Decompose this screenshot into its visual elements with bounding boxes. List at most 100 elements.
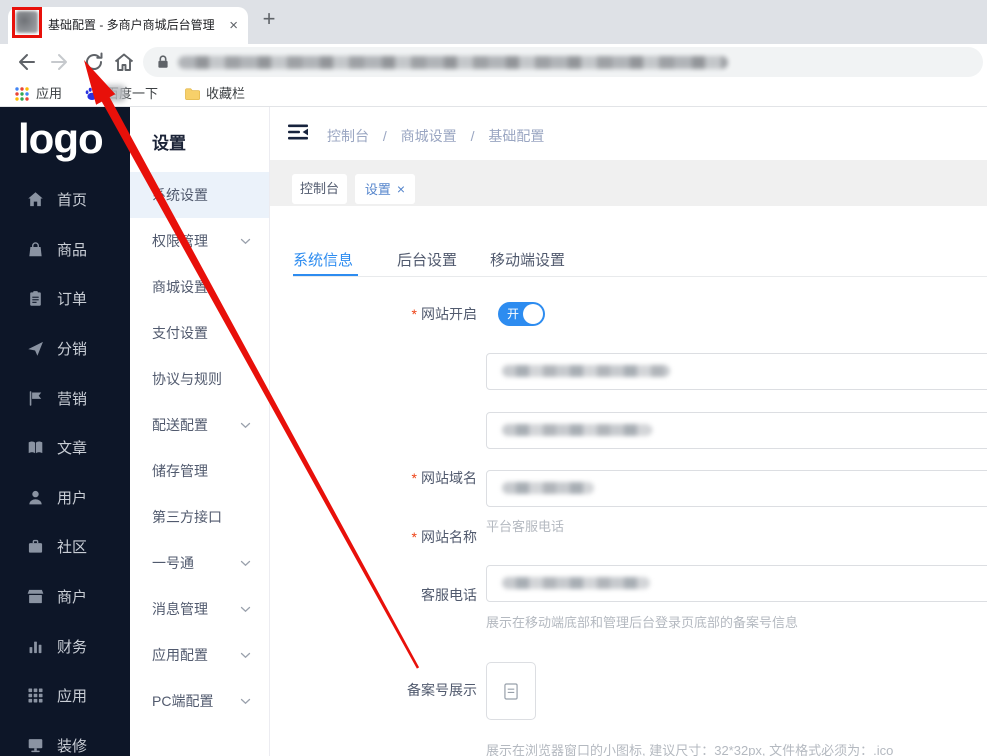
main-content: 控制台 / 商城设置 / 基础配置 控制台 设置 × 系统信息 后台设置 移动端设… xyxy=(270,107,987,756)
bar-chart-icon xyxy=(29,641,42,653)
baidu-paw-icon xyxy=(85,87,99,100)
sidebar-item-home[interactable]: 首页 xyxy=(0,175,130,225)
chevron-down-icon xyxy=(240,422,251,429)
logo[interactable]: logo xyxy=(18,115,104,163)
address-bar[interactable] xyxy=(143,47,983,77)
settings-submenu: 设置 系统设置 权限管理 商城设置 支付设置 协议与规则 配送配置 储存管理 第… xyxy=(130,107,270,756)
breadcrumb-item-mall-settings[interactable]: 商城设置 xyxy=(401,128,457,144)
chevron-down-icon xyxy=(240,652,251,659)
tab-title: 基础配置 - 多商户商城后台管理 xyxy=(48,18,215,32)
submenu-item-permissions[interactable]: 权限管理 xyxy=(130,218,269,264)
tab-close-icon[interactable]: × xyxy=(229,7,238,44)
sidebar-item-goods[interactable]: 商品 xyxy=(0,225,130,275)
ico-icon-hint: 展示在浏览器窗口的小图标, 建议尺寸：32*32px, 文件格式必须为：.ico xyxy=(486,743,894,756)
submenu-item-payment[interactable]: 支付设置 xyxy=(130,310,269,356)
collapse-menu-icon[interactable] xyxy=(288,124,308,140)
person-icon xyxy=(29,490,42,505)
flag-icon xyxy=(29,390,42,406)
apps-grid-icon xyxy=(15,87,29,101)
site-name-label: * 网站名称 xyxy=(411,529,477,545)
sidebar-item-merchants[interactable]: 商户 xyxy=(0,572,130,622)
icp-number-hint: 展示在移动端底部和管理后台登录页底部的备案号信息 xyxy=(486,615,799,630)
page-tab-settings[interactable]: 设置 × xyxy=(355,174,415,204)
breadcrumb-separator: / xyxy=(470,128,475,144)
sidebar-item-articles[interactable]: 文章 xyxy=(0,423,130,473)
submenu-item-mall[interactable]: 商城设置 xyxy=(130,264,269,310)
url-blurred-text xyxy=(178,56,728,69)
sidebar-menu: 首页 商品 订单 分销 营销 文章 用户 社区 商户 财务 应用 装修 xyxy=(0,175,130,756)
site-name-blurred-value xyxy=(502,424,652,436)
tab-system-info[interactable]: 系统信息 xyxy=(293,249,353,270)
submenu-item-delivery[interactable]: 配送配置 xyxy=(130,402,269,448)
submenu-list: 系统设置 权限管理 商城设置 支付设置 协议与规则 配送配置 储存管理 第三方接… xyxy=(130,172,269,724)
sidebar-item-users[interactable]: 用户 xyxy=(0,473,130,523)
site-domain-label: * 网站域名 xyxy=(411,470,477,486)
browser-tab[interactable]: 基础配置 - 多商户商城后台管理 × xyxy=(8,7,248,44)
browser-tab-strip: 基础配置 - 多商户商城后台管理 × + xyxy=(0,0,987,44)
bookmark-favorites[interactable]: 收藏栏 xyxy=(206,81,245,106)
back-icon[interactable] xyxy=(14,50,38,74)
annotation-highlight-box xyxy=(12,7,42,38)
clipboard-icon xyxy=(30,291,41,307)
tab-backend-settings[interactable]: 后台设置 xyxy=(397,249,457,270)
breadcrumb-separator: / xyxy=(382,128,387,144)
chevron-down-icon xyxy=(240,560,251,567)
service-phone-hint: 平台客服电话 xyxy=(486,519,565,534)
breadcrumb: 控制台 / 商城设置 / 基础配置 xyxy=(327,126,544,146)
chevron-down-icon xyxy=(240,698,251,705)
submenu-item-agreements[interactable]: 协议与规则 xyxy=(130,356,269,402)
refresh-icon[interactable] xyxy=(82,50,106,74)
submenu-title: 设置 xyxy=(152,134,186,153)
tab-mobile-settings[interactable]: 移动端设置 xyxy=(490,249,565,270)
toggle-knob xyxy=(523,304,543,324)
file-icon xyxy=(504,682,518,700)
chevron-down-icon xyxy=(240,238,251,245)
icp-number-blurred-value xyxy=(502,577,650,589)
sidebar-item-finance[interactable]: 财务 xyxy=(0,621,130,671)
new-tab-button[interactable]: + xyxy=(255,5,283,33)
bookmarks-bar: 应用 百度一下 收藏栏 xyxy=(0,81,987,107)
forward-icon[interactable] xyxy=(48,50,72,74)
site-switch-toggle[interactable]: 开 xyxy=(498,302,545,326)
screen: 基础配置 - 多商户商城后台管理 × + 应用 百度一下 收藏栏 logo 首页… xyxy=(0,0,987,756)
active-tab-underline xyxy=(293,274,358,276)
service-phone-label: 客服电话 xyxy=(421,587,477,603)
display-icon xyxy=(28,738,43,752)
service-phone-blurred-value xyxy=(502,482,594,494)
bookmark-apps[interactable]: 应用 xyxy=(36,81,62,106)
tabs-divider xyxy=(293,276,987,277)
submenu-item-yihaotong[interactable]: 一号通 xyxy=(130,540,269,586)
sidebar-item-orders[interactable]: 订单 xyxy=(0,274,130,324)
icp-number-label: 备案号展示 xyxy=(407,682,477,698)
tab-close-icon[interactable]: × xyxy=(397,181,405,197)
submenu-item-messages[interactable]: 消息管理 xyxy=(130,586,269,632)
bag-icon xyxy=(29,242,42,257)
home-icon[interactable] xyxy=(112,50,136,74)
lock-icon xyxy=(158,55,168,68)
submenu-item-pc-config[interactable]: PC端配置 xyxy=(130,678,269,724)
site-domain-blurred-value xyxy=(502,365,670,377)
site-switch-label: * 网站开启 xyxy=(411,306,477,322)
ico-upload-box[interactable] xyxy=(486,662,536,720)
sidebar-item-decorate[interactable]: 装修 xyxy=(0,721,130,756)
browser-toolbar xyxy=(0,44,987,81)
grid-icon xyxy=(28,688,43,703)
sidebar-item-distribution[interactable]: 分销 xyxy=(0,324,130,374)
page-tab-console[interactable]: 控制台 xyxy=(292,174,347,204)
sidebar-item-community[interactable]: 社区 xyxy=(0,522,130,572)
submenu-item-system[interactable]: 系统设置 xyxy=(130,172,269,218)
sidebar-item-marketing[interactable]: 营销 xyxy=(0,373,130,423)
page-tabs-bar: 控制台 设置 × xyxy=(270,160,987,206)
breadcrumb-item-basic-config: 基础配置 xyxy=(488,128,545,144)
home-icon xyxy=(28,192,43,207)
book-icon xyxy=(28,441,43,454)
chevron-down-icon xyxy=(240,606,251,613)
main-sidebar: logo 首页 商品 订单 分销 营销 文章 用户 社区 商户 财务 应用 装修 xyxy=(0,107,130,756)
store-icon xyxy=(27,589,44,604)
sidebar-item-apps[interactable]: 应用 xyxy=(0,671,130,721)
submenu-item-thirdparty[interactable]: 第三方接口 xyxy=(130,494,269,540)
breadcrumb-item-console[interactable]: 控制台 xyxy=(327,128,369,144)
submenu-item-storage[interactable]: 储存管理 xyxy=(130,448,269,494)
submenu-item-app-config[interactable]: 应用配置 xyxy=(130,632,269,678)
paper-plane-icon xyxy=(28,341,43,356)
